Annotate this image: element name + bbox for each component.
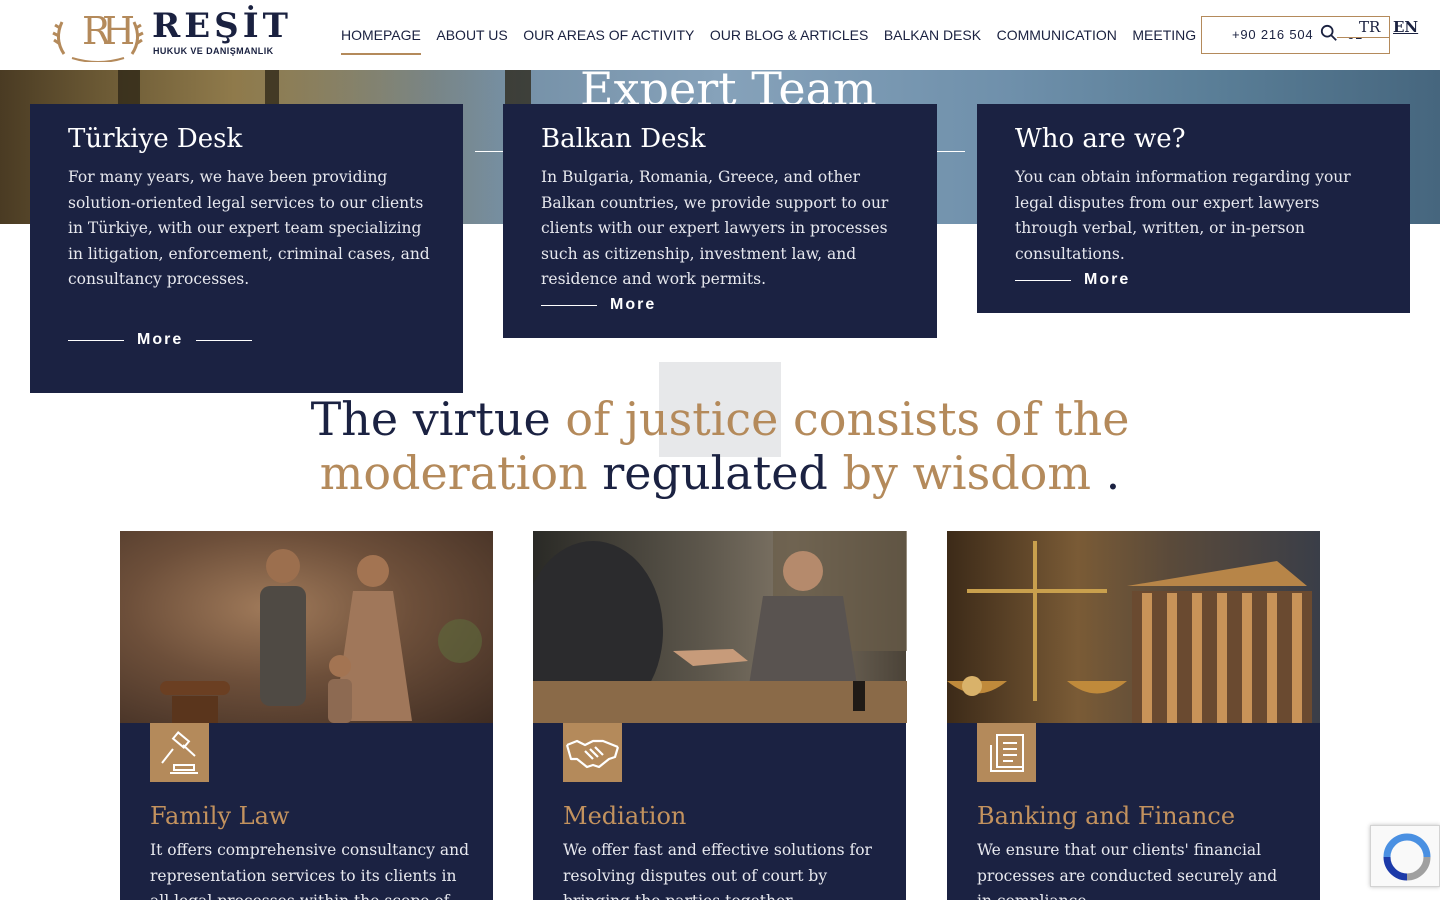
card-who-are-we: Who are we? You can obtain information r…: [977, 104, 1410, 313]
nav-communication[interactable]: COMMUNICATION: [997, 26, 1117, 56]
card-text: You can obtain information regarding you…: [1015, 168, 1351, 263]
quote-part: The virtue: [310, 392, 566, 446]
card-more-link[interactable]: More: [1015, 271, 1143, 289]
brand-name: REŞİT: [152, 6, 292, 46]
family-figures-image: [160, 549, 482, 723]
service-image-mediation: [533, 531, 907, 723]
service-text: We offer fast and effective solutions fo…: [563, 841, 872, 900]
service-card-banking-finance[interactable]: Banking and Finance We ensure that our c…: [947, 531, 1320, 900]
card-balkan-desk: Balkan Desk In Bulgaria, Romania, Greece…: [503, 104, 937, 338]
service-text: It offers comprehensive consultancy and …: [150, 841, 470, 900]
gavel-icon: [161, 731, 198, 774]
lang-tr-link[interactable]: TR: [1359, 18, 1380, 36]
logo-emblem-icon: R H: [52, 9, 144, 62]
recaptcha-icon: [1383, 833, 1431, 881]
quote-part: of justice consists of the: [565, 392, 1130, 446]
card-text: In Bulgaria, Romania, Greece, and other …: [541, 168, 889, 288]
quote-part: regulated: [602, 446, 843, 500]
service-icon-box: [150, 723, 209, 782]
more-line-left: [541, 304, 597, 306]
nav-blog-articles[interactable]: OUR BLOG & ARTICLES: [710, 26, 868, 56]
service-card-mediation[interactable]: Mediation We offer fast and effective so…: [533, 531, 907, 900]
nav-areas-of-activity[interactable]: OUR AREAS OF ACTIVITY: [523, 26, 694, 56]
service-text: We ensure that our clients' financial pr…: [977, 841, 1278, 900]
site-header: R H REŞİT HUKUK VE DANIŞMANLIK HOMEPAGE …: [0, 0, 1440, 70]
service-image-banking: [947, 531, 1320, 723]
card-more-link[interactable]: More: [541, 296, 669, 314]
card-more-link[interactable]: More: [68, 331, 253, 349]
lang-en-link[interactable]: EN: [1393, 18, 1418, 36]
hero-divider: [937, 151, 965, 152]
more-label: More: [137, 331, 184, 348]
nav-about-us[interactable]: ABOUT US: [436, 26, 507, 56]
hero-divider: [475, 151, 503, 152]
quote-part: .: [1091, 446, 1121, 500]
card-title: Balkan Desk: [541, 124, 706, 154]
service-title: Banking and Finance: [977, 802, 1236, 830]
handshake-icon: [565, 739, 620, 769]
quote-part: moderation: [319, 446, 603, 500]
recaptcha-badge[interactable]: [1370, 825, 1440, 887]
svg-text:H: H: [102, 9, 135, 53]
service-image-family: [120, 531, 493, 723]
card-title: Who are we?: [1015, 124, 1186, 154]
service-card-family-law[interactable]: Family Law It offers comprehensive consu…: [120, 531, 493, 900]
scales-building-image: [947, 541, 1312, 723]
nav-homepage[interactable]: HOMEPAGE: [341, 26, 421, 56]
more-label: More: [1084, 271, 1131, 288]
card-text: For many years, we have been providing s…: [68, 168, 430, 288]
more-line-right: [196, 339, 253, 341]
quote-heading: The virtue of justice consists of the mo…: [0, 392, 1440, 500]
main-nav: HOMEPAGE ABOUT US OUR AREAS OF ACTIVITY …: [341, 26, 1212, 56]
nav-meeting[interactable]: MEETING: [1132, 26, 1196, 56]
more-line-left: [68, 339, 124, 341]
service-title: Mediation: [563, 802, 687, 830]
service-icon-box: [977, 723, 1036, 782]
logo[interactable]: R H REŞİT HUKUK VE DANIŞMANLIK: [52, 4, 288, 64]
brand-subtitle: HUKUK VE DANIŞMANLIK: [153, 46, 274, 56]
phone-number-text: +90 216 504: [1232, 27, 1314, 42]
card-turkiye-desk: Türkiye Desk For many years, we have bee…: [30, 104, 463, 393]
document-icon: [990, 734, 1024, 772]
nav-balkan-desk[interactable]: BALKAN DESK: [884, 26, 981, 56]
phone-number[interactable]: +90 216 504 61: [1232, 27, 1362, 42]
handshake-scene-image: [533, 531, 907, 723]
more-line-left: [1015, 279, 1071, 281]
more-label: More: [610, 296, 657, 313]
search-icon[interactable]: [1320, 24, 1338, 42]
service-title: Family Law: [150, 802, 290, 830]
service-icon-box: [563, 723, 622, 782]
card-title: Türkiye Desk: [68, 124, 243, 154]
quote-part: by wisdom: [842, 446, 1091, 500]
